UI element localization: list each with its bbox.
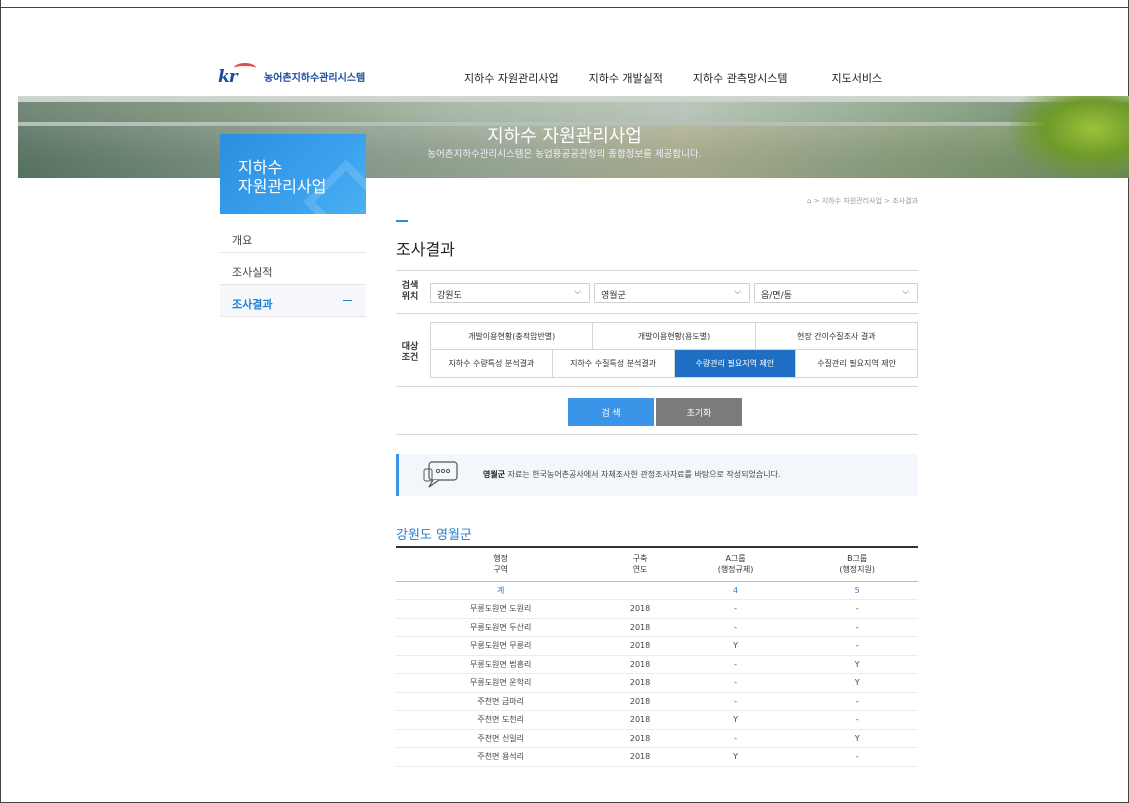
side-menu-item-survey-result[interactable]: 조사결과: [220, 285, 366, 317]
side-menu-item-overview[interactable]: 개요: [220, 221, 366, 253]
buttons-divider: [396, 434, 918, 435]
table-row: 무릉도원면 무릉리 2018 Y -: [396, 636, 918, 656]
chevron-down-icon: ⌵: [734, 287, 741, 297]
condition-tab-field-quality[interactable]: 현장 간이수질조사 결과: [756, 323, 917, 349]
total-area: 계: [396, 581, 606, 600]
condition-tab-use-by-purpose[interactable]: 개발이용현황(용도별): [593, 323, 756, 349]
nav-item-observation-network[interactable]: 지하수 관측망시스템: [693, 70, 788, 86]
speech-bubble-icon: [423, 461, 458, 488]
table-row: 주천면 도천리 2018 Y -: [396, 710, 918, 730]
condition-tab-quantity-management[interactable]: 수량관리 필요지역 제안: [674, 350, 797, 377]
notice-text: 영월군 자료는 한국농어촌공사에서 자체조사한 관정조사자료를 바탕으로 작성되…: [483, 470, 781, 479]
main-nav: 지하수 자원관리사업 지하수 개발실적 지하수 관측망시스템 지도서비스: [464, 70, 912, 86]
town-select[interactable]: 읍/면/동 ⌵: [754, 283, 918, 303]
table-row: 무릉도원면 도원리 2018- -: [396, 599, 918, 619]
nav-item-development-record[interactable]: 지하수 개발실적: [589, 70, 663, 86]
column-header-group-b: B그룹 (행정지원): [796, 546, 918, 582]
county-select-value: 영월군: [601, 291, 626, 301]
location-label: 검색 위치: [401, 281, 419, 302]
side-menu: 개요 조사실적 조사결과: [220, 221, 366, 317]
side-menu-item-survey-record[interactable]: 조사실적: [220, 253, 366, 285]
side-menu-label: 개요: [232, 234, 253, 247]
section-title-box: 지하수 자원관리사업: [220, 134, 366, 214]
side-menu-label: 조사결과: [232, 298, 273, 311]
table-row: 주천면 신일리 2018- Y: [396, 729, 918, 748]
condition-tab-quality-analysis[interactable]: 지하수 수질특성 분석결과: [553, 350, 675, 377]
table-row: 무릉도원면 법흥리 2018- Y: [396, 655, 918, 674]
banner-title: 지하수 자원관리사업: [487, 126, 642, 147]
table-row: 주천면 금마리 2018- -: [396, 692, 918, 711]
side-menu-label: 조사실적: [232, 266, 273, 279]
collapse-minus-icon[interactable]: [343, 300, 352, 301]
nav-item-map-service[interactable]: 지도서비스: [832, 70, 883, 86]
table-row: 무릉도원면 두산리 2018- -: [396, 618, 918, 637]
table-row: 주천면 용석리 2018 Y -: [396, 747, 918, 767]
krc-logo-icon: kr: [218, 63, 260, 87]
chevron-down-icon: ⌵: [574, 287, 581, 297]
town-select-value: 읍/면/동: [761, 291, 792, 301]
province-select-value: 강원도: [437, 291, 462, 301]
total-group-b: 5: [796, 581, 918, 600]
condition-tab-quality-management[interactable]: 수질관리 필요지역 제안: [796, 350, 917, 377]
filter-mid-divider: [396, 313, 918, 314]
region-title: 강원도 영월군: [396, 528, 472, 543]
column-header-group-a: A그룹 (행정규제): [674, 546, 797, 582]
filter-bottom-divider: [396, 386, 918, 387]
site-logo[interactable]: kr 농어촌지하수관리시스템: [218, 63, 366, 87]
search-button[interactable]: 검 색: [568, 398, 654, 426]
table-row: 무릉도원면 운학리 2018- Y: [396, 673, 918, 693]
condition-label: 대상 조건: [401, 342, 419, 363]
chevron-down-icon: ⌵: [902, 287, 909, 297]
title-accent-bar: [396, 220, 408, 222]
total-group-a: 4: [674, 581, 797, 600]
condition-row-2: 지하수 수량특성 분석결과 지하수 수질특성 분석결과 수량관리 필요지역 제안…: [430, 350, 918, 378]
filter-top-divider: [396, 270, 918, 271]
total-year: [605, 581, 675, 600]
reset-button[interactable]: 초기화: [656, 398, 742, 426]
result-table: 행정 구역 구축 연도 A그룹 (행정규제) B그룹 (행정지원) 계 4 5 무릉도원…: [396, 546, 918, 767]
site-header: kr 농어촌지하수관리시스템 지하수 자원관리사업 지하수 개발실적 지하수 관…: [218, 63, 918, 90]
nav-item-resource-management[interactable]: 지하수 자원관리사업: [464, 70, 559, 86]
column-header-area: 행정 구역: [396, 546, 606, 582]
county-select[interactable]: 영월군 ⌵: [594, 283, 750, 303]
table-header-row: 행정 구역 구축 연도 A그룹 (행정규제) B그룹 (행정지원): [396, 546, 918, 582]
column-header-year: 구축 연도: [605, 546, 675, 582]
notice-box: 영월군 자료는 한국농어촌공사에서 자체조사한 관정조사자료를 바탕으로 작성되…: [396, 454, 918, 496]
banner-subtitle: 농어촌지하수관리시스템은 농업용공공관정의 종합정보를 제공합니다.: [427, 149, 702, 160]
condition-row-1: 개발이용현황(충적암반별) 개발이용현황(용도별) 현장 간이수질조사 결과: [430, 322, 918, 350]
logo-text: 농어촌지하수관리시스템: [264, 72, 366, 84]
breadcrumb[interactable]: ⌂ > 지하수 자원관리사업 > 조사결과: [800, 196, 918, 206]
province-select[interactable]: 강원도 ⌵: [430, 283, 590, 303]
page-title: 조사결과: [396, 240, 455, 259]
condition-tab-quantity-analysis[interactable]: 지하수 수량특성 분석결과: [431, 350, 553, 377]
table-total-row: 계 4 5: [396, 581, 918, 600]
condition-tab-use-by-aquifer[interactable]: 개발이용현황(충적암반별): [431, 323, 594, 349]
